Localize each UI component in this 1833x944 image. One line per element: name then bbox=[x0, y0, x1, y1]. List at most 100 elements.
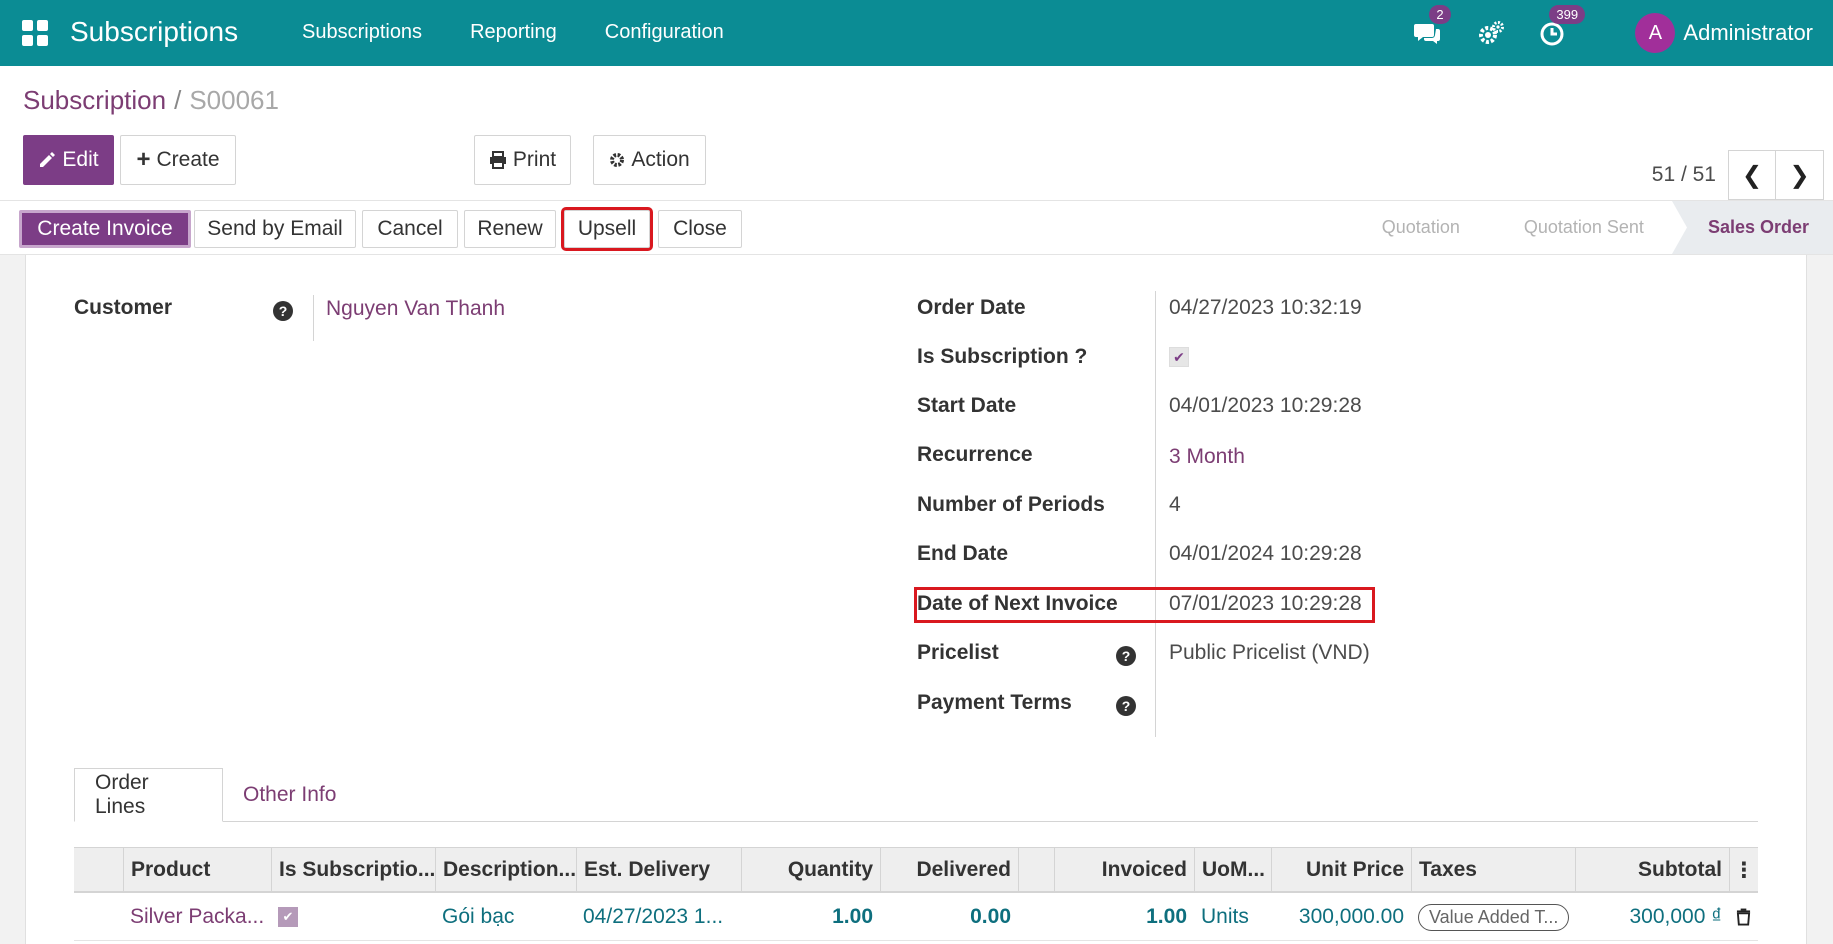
avatar[interactable]: A bbox=[1635, 13, 1676, 53]
question-circle-icon[interactable]: ? bbox=[1116, 646, 1136, 666]
cell-est-delivery[interactable]: 04/27/2023 1... bbox=[576, 893, 741, 941]
clock-icon[interactable]: 399 bbox=[1539, 5, 1586, 47]
end-date-value[interactable]: 04/01/2024 10:29:28 bbox=[1169, 542, 1362, 566]
cell-quantity[interactable]: 1.00 bbox=[741, 893, 880, 941]
pricelist-label: Pricelist bbox=[917, 641, 999, 664]
question-circle-icon[interactable]: ? bbox=[1116, 696, 1136, 716]
column-uom[interactable]: UoM... bbox=[1194, 848, 1271, 892]
breadcrumb-parent[interactable]: Subscription bbox=[23, 85, 166, 115]
date-of-next-invoice-label: Date of Next Invoice bbox=[917, 592, 1118, 615]
upsell-button[interactable]: Upsell bbox=[561, 207, 653, 251]
column-spacer bbox=[1018, 848, 1054, 892]
gears-icon[interactable] bbox=[1477, 19, 1505, 47]
order-date-label: Order Date bbox=[917, 296, 1026, 319]
start-date-label: Start Date bbox=[917, 394, 1017, 417]
customer-divider bbox=[313, 295, 314, 341]
column-invoiced[interactable]: Invoiced bbox=[1054, 848, 1194, 892]
control-panel: Subscription / S00061 Edit + Create Print … bbox=[0, 66, 1833, 200]
create-invoice-button[interactable]: Create Invoice bbox=[19, 210, 191, 248]
stage-quotation-sent[interactable]: Quotation Sent bbox=[1488, 201, 1672, 254]
number-of-periods-label: Number of Periods bbox=[917, 493, 1105, 516]
menu-item-reporting[interactable]: Reporting bbox=[470, 21, 557, 44]
optional-columns-icon[interactable]: ⋮ bbox=[1729, 848, 1758, 892]
pager-previous-button[interactable]: ❮ bbox=[1728, 150, 1776, 200]
navbar-right: 2 399 A Administrator bbox=[1413, 0, 1833, 66]
status-stages: Quotation Quotation Sent Sales Order bbox=[1346, 201, 1833, 254]
tab-other-info[interactable]: Other Info bbox=[223, 768, 356, 822]
column-est-delivery[interactable]: Est. Delivery bbox=[576, 848, 741, 892]
activities-badge: 399 bbox=[1549, 5, 1586, 24]
column-description[interactable]: Description... bbox=[435, 848, 576, 892]
stage-quotation-sent-label: Quotation Sent bbox=[1523, 217, 1644, 237]
recurrence-value[interactable]: 3 Month bbox=[1169, 445, 1245, 469]
close-button[interactable]: Close bbox=[658, 210, 742, 248]
print-button[interactable]: Print bbox=[474, 135, 571, 185]
create-button[interactable]: + Create bbox=[120, 135, 236, 185]
breadcrumb-current: S00061 bbox=[189, 85, 279, 115]
right-group-divider bbox=[1155, 291, 1156, 737]
order-lines-table: Product Is Subscriptio... Description...… bbox=[74, 847, 1758, 941]
print-label: Print bbox=[512, 148, 557, 171]
renew-button[interactable]: Renew bbox=[464, 210, 556, 248]
column-quantity[interactable]: Quantity bbox=[741, 848, 880, 892]
start-date-value[interactable]: 04/01/2023 10:29:28 bbox=[1169, 394, 1362, 418]
pricelist-value[interactable]: Public Pricelist (VND) bbox=[1169, 641, 1370, 665]
cell-uom[interactable]: Units bbox=[1194, 893, 1271, 941]
cell-product[interactable]: Silver Packa... bbox=[123, 893, 271, 941]
chevron-left-icon: ❮ bbox=[1741, 161, 1763, 189]
pager-next-button[interactable]: ❯ bbox=[1776, 150, 1824, 200]
is-subscription-checkbox[interactable]: ✔ bbox=[1169, 347, 1189, 367]
apps-grid-icon[interactable] bbox=[22, 20, 48, 46]
is-subscription-row-checkbox[interactable]: ✔ bbox=[278, 907, 298, 927]
column-delivered[interactable]: Delivered bbox=[880, 848, 1018, 892]
chevron-right-icon: ❯ bbox=[1789, 161, 1810, 189]
breadcrumb-separator: / bbox=[174, 85, 182, 115]
cell-invoiced[interactable]: 1.00 bbox=[1054, 893, 1194, 941]
order-date-value[interactable]: 04/27/2023 10:32:19 bbox=[1169, 296, 1362, 320]
column-taxes[interactable]: Taxes bbox=[1411, 848, 1575, 892]
action-button[interactable]: Action bbox=[593, 135, 706, 185]
user-name[interactable]: Administrator bbox=[1683, 20, 1813, 46]
date-of-next-invoice-value[interactable]: 07/01/2023 10:29:28 bbox=[1169, 592, 1362, 616]
cell-taxes[interactable]: Value Added T... bbox=[1411, 893, 1575, 941]
trash-icon[interactable] bbox=[1729, 893, 1758, 941]
customer-value[interactable]: Nguyen Van Thanh bbox=[326, 297, 505, 321]
column-product[interactable]: Product bbox=[123, 848, 271, 892]
pencil-icon bbox=[40, 152, 56, 167]
stage-quotation[interactable]: Quotation bbox=[1346, 201, 1488, 254]
tab-order-lines[interactable]: Order Lines bbox=[74, 768, 223, 822]
action-label: Action bbox=[631, 148, 690, 171]
column-subtotal[interactable]: Subtotal bbox=[1575, 848, 1729, 892]
messages-badge: 2 bbox=[1429, 5, 1451, 24]
cancel-button[interactable]: Cancel bbox=[362, 210, 458, 248]
column-handle bbox=[74, 848, 123, 892]
notebook-tabs: Order Lines Other Info bbox=[74, 768, 1758, 822]
form-sheet: Customer ? Nguyen Van Thanh Order Date 0… bbox=[25, 255, 1807, 944]
column-unit-price[interactable]: Unit Price bbox=[1271, 848, 1411, 892]
cell-description[interactable]: Gói bạc bbox=[435, 893, 576, 941]
cell-delivered[interactable]: 0.00 bbox=[880, 893, 1018, 941]
cell-is-subscription[interactable]: ✔ bbox=[271, 893, 435, 941]
pager-value[interactable]: 51 / 51 bbox=[1652, 163, 1716, 187]
edit-label: Edit bbox=[62, 148, 99, 171]
menu-item-configuration[interactable]: Configuration bbox=[605, 21, 724, 44]
send-by-email-button[interactable]: Send by Email bbox=[194, 210, 356, 248]
cell-subtotal[interactable]: 300,000 ₫ bbox=[1575, 893, 1729, 941]
statusbar: Create Invoice Send by Email Cancel Rene… bbox=[0, 200, 1833, 255]
question-circle-icon[interactable]: ? bbox=[273, 301, 293, 321]
create-label: Create bbox=[156, 148, 220, 171]
edit-button[interactable]: Edit bbox=[23, 135, 114, 185]
number-of-periods-value[interactable]: 4 bbox=[1169, 493, 1181, 517]
pager: 51 / 51 ❮ ❯ bbox=[1652, 150, 1833, 200]
table-row[interactable]: Silver Packa... ✔ Gói bạc 04/27/2023 1..… bbox=[74, 893, 1758, 941]
printer-icon bbox=[489, 151, 506, 169]
app-title[interactable]: Subscriptions bbox=[70, 16, 238, 48]
top-navbar: Subscriptions Subscriptions Reporting Co… bbox=[0, 0, 1833, 66]
table-header: Product Is Subscriptio... Description...… bbox=[74, 847, 1758, 893]
stage-sales-order[interactable]: Sales Order bbox=[1671, 201, 1833, 254]
cell-unit-price[interactable]: 300,000.00 bbox=[1271, 893, 1411, 941]
tax-tag[interactable]: Value Added T... bbox=[1418, 903, 1570, 931]
column-is-subscription[interactable]: Is Subscriptio... bbox=[271, 848, 435, 892]
menu-item-subscriptions[interactable]: Subscriptions bbox=[302, 21, 422, 44]
chat-icon[interactable]: 2 bbox=[1413, 5, 1451, 47]
